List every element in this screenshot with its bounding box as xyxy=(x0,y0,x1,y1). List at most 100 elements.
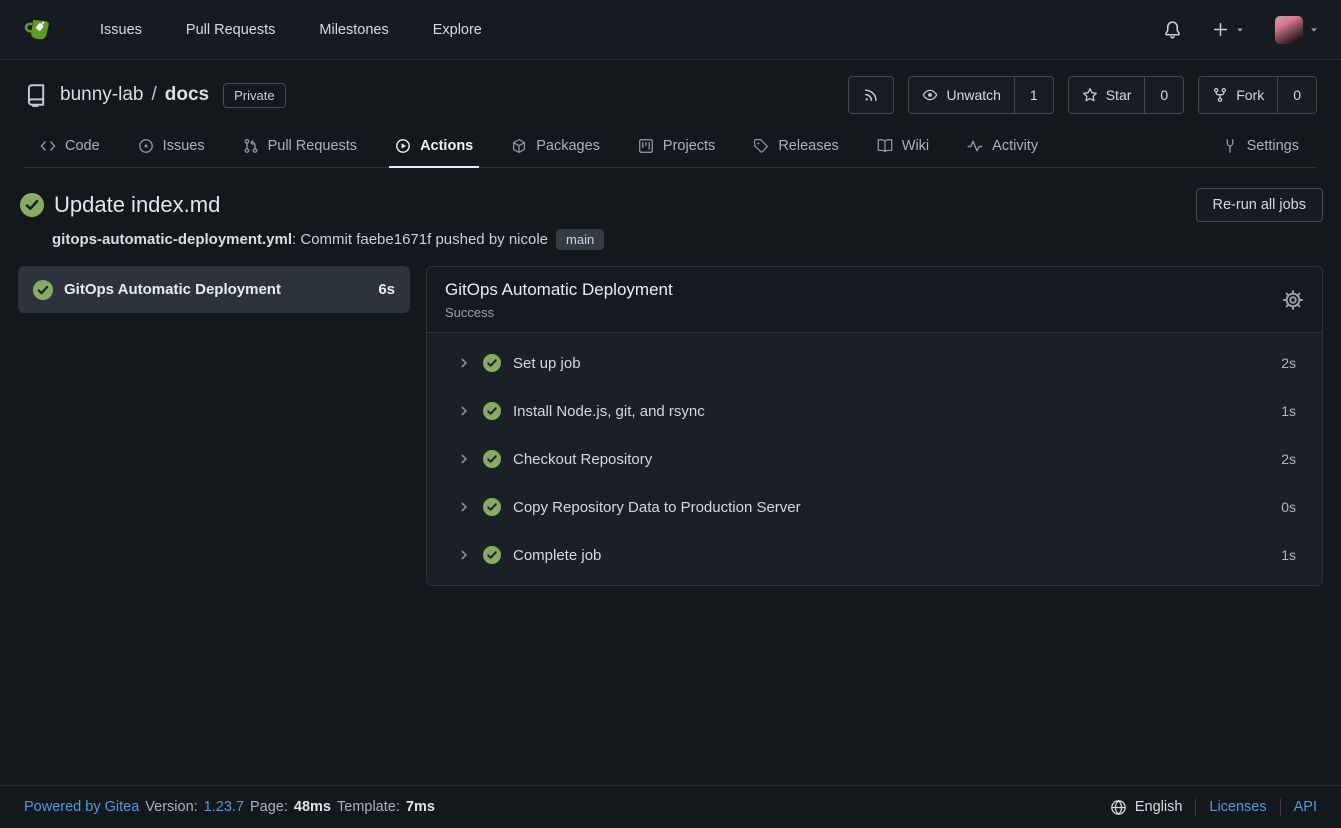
step-duration: 0s xyxy=(1281,499,1296,515)
step-duration: 1s xyxy=(1281,403,1296,419)
user-menu-button[interactable] xyxy=(1275,16,1319,44)
gear-icon[interactable] xyxy=(1282,289,1304,311)
star-count[interactable]: 0 xyxy=(1144,77,1183,113)
tab-releases[interactable]: Releases xyxy=(747,126,844,168)
step-duration: 2s xyxy=(1281,451,1296,467)
project-board-icon xyxy=(638,138,654,154)
bell-icon xyxy=(1163,20,1182,39)
fork-button[interactable]: Fork xyxy=(1199,77,1277,113)
job-name: GitOps Automatic Deployment xyxy=(64,281,367,298)
job-status: Success xyxy=(445,305,673,320)
star-button-group: Star 0 xyxy=(1068,76,1184,114)
avatar xyxy=(1275,16,1303,44)
tab-pull-requests[interactable]: Pull Requests xyxy=(237,126,363,168)
step-label: Set up job xyxy=(513,355,581,372)
tab-actions[interactable]: Actions xyxy=(389,126,479,168)
play-circle-icon xyxy=(395,138,411,154)
fork-count[interactable]: 0 xyxy=(1277,77,1316,113)
navbar-right xyxy=(1133,16,1319,44)
step-row-install[interactable]: Install Node.js, git, and rsync 1s xyxy=(427,387,1322,435)
tools-icon xyxy=(1222,138,1238,154)
tab-packages[interactable]: Packages xyxy=(505,126,606,168)
steps-list: Set up job 2s Install Node.js, git, and … xyxy=(427,333,1322,585)
version-link[interactable]: 1.23.7 xyxy=(204,799,244,815)
star-label: Star xyxy=(1106,87,1132,103)
footer-divider xyxy=(1280,799,1281,816)
repo-owner-link[interactable]: bunny-lab xyxy=(60,84,143,106)
code-icon xyxy=(40,138,56,154)
tab-activity[interactable]: Activity xyxy=(961,126,1044,168)
branch-badge[interactable]: main xyxy=(556,229,604,250)
run-commit-line: gitops-automatic-deployment.yml : Commit… xyxy=(52,229,1323,250)
tab-projects[interactable]: Projects xyxy=(632,126,721,168)
nav-link-pull-requests[interactable]: Pull Requests xyxy=(186,22,275,38)
rss-button-group xyxy=(848,76,894,114)
language-label: English xyxy=(1135,799,1183,815)
job-panel-header: GitOps Automatic Deployment Success xyxy=(427,267,1322,333)
step-row-setup[interactable]: Set up job 2s xyxy=(427,339,1322,387)
tab-wiki[interactable]: Wiki xyxy=(871,126,935,168)
unwatch-button[interactable]: Unwatch xyxy=(909,77,1013,113)
step-label: Install Node.js, git, and rsync xyxy=(513,403,705,420)
job-list: GitOps Automatic Deployment 6s xyxy=(18,266,410,313)
success-check-icon xyxy=(483,354,501,372)
star-icon xyxy=(1082,87,1098,103)
nav-link-milestones[interactable]: Milestones xyxy=(319,22,388,38)
repo-name-link[interactable]: docs xyxy=(165,84,209,106)
nav-link-explore[interactable]: Explore xyxy=(433,22,482,38)
run-title-row: Update index.md xyxy=(18,192,220,218)
chevron-right-icon xyxy=(457,452,471,466)
git-fork-icon xyxy=(1212,87,1228,103)
unwatch-label: Unwatch xyxy=(946,87,1000,103)
chevron-down-icon xyxy=(1235,25,1245,35)
job-list-item[interactable]: GitOps Automatic Deployment 6s xyxy=(18,266,410,313)
success-check-icon xyxy=(483,546,501,564)
step-duration: 2s xyxy=(1281,355,1296,371)
job-duration: 6s xyxy=(378,281,395,298)
footer-divider xyxy=(1195,799,1196,816)
tab-issues[interactable]: Issues xyxy=(132,126,211,168)
top-navbar: Issues Pull Requests Milestones Explore xyxy=(0,0,1341,60)
repo-breadcrumb: bunny-lab / docs xyxy=(60,84,209,106)
success-check-icon xyxy=(483,450,501,468)
api-link[interactable]: API xyxy=(1294,799,1317,815)
git-pull-request-icon xyxy=(243,138,259,154)
run-title: Update index.md xyxy=(54,192,220,218)
fork-button-group: Fork 0 xyxy=(1198,76,1317,114)
licenses-link[interactable]: Licenses xyxy=(1209,799,1266,815)
step-row-copy[interactable]: Copy Repository Data to Production Serve… xyxy=(427,483,1322,531)
watch-count[interactable]: 1 xyxy=(1014,77,1053,113)
repo-actions: Unwatch 1 Star 0 xyxy=(848,76,1317,114)
step-row-checkout[interactable]: Checkout Repository 2s xyxy=(427,435,1322,483)
tab-settings[interactable]: Settings xyxy=(1216,126,1305,168)
repo-header: bunny-lab / docs Private xyxy=(0,60,1341,168)
gitea-logo-icon[interactable] xyxy=(22,14,54,46)
notifications-button[interactable] xyxy=(1163,20,1182,39)
run-body: GitOps Automatic Deployment 6s GitOps Au… xyxy=(18,266,1323,586)
footer-right: English Licenses API xyxy=(1110,799,1317,816)
step-row-complete[interactable]: Complete job 1s xyxy=(427,531,1322,579)
step-label: Copy Repository Data to Production Serve… xyxy=(513,499,801,516)
repo-tab-bar: Code Issues Pull Requests Actions Packag… xyxy=(24,126,1317,168)
page-time: 48ms xyxy=(294,799,331,815)
plus-icon xyxy=(1212,21,1229,38)
step-label: Complete job xyxy=(513,547,601,564)
pulse-icon xyxy=(967,138,983,154)
chevron-down-icon xyxy=(1309,25,1319,35)
language-selector[interactable]: English xyxy=(1110,799,1183,816)
step-label: Checkout Repository xyxy=(513,451,652,468)
repo-title-row: bunny-lab / docs Private xyxy=(24,76,1317,114)
rerun-all-jobs-button[interactable]: Re-run all jobs xyxy=(1196,188,1324,222)
rss-button[interactable] xyxy=(849,77,893,113)
star-button[interactable]: Star xyxy=(1069,77,1145,113)
powered-by-gitea-link[interactable]: Powered by Gitea xyxy=(24,799,139,815)
version-label: Version: xyxy=(145,799,197,815)
nav-link-issues[interactable]: Issues xyxy=(100,22,142,38)
workflow-file-link[interactable]: gitops-automatic-deployment.yml xyxy=(52,231,292,248)
success-check-icon xyxy=(483,498,501,516)
tab-code[interactable]: Code xyxy=(34,126,106,168)
success-check-icon xyxy=(20,193,44,217)
success-check-icon xyxy=(33,280,53,300)
create-new-button[interactable] xyxy=(1212,21,1245,38)
package-icon xyxy=(511,138,527,154)
